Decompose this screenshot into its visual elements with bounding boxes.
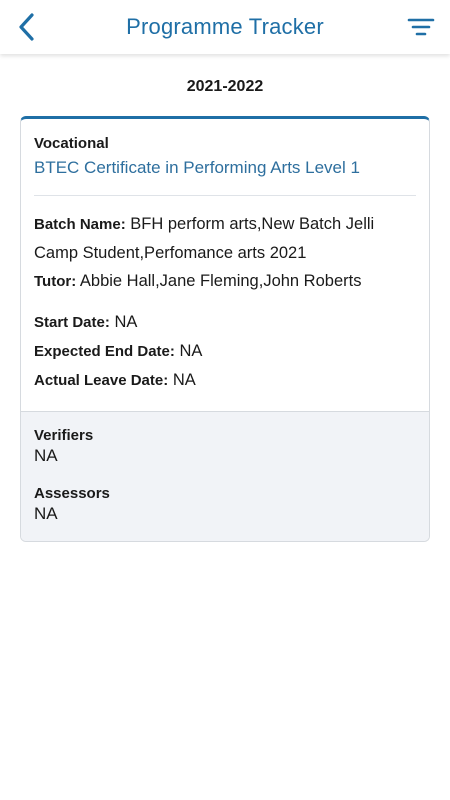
actual-leave-date-row: Actual Leave Date: NA — [34, 366, 416, 395]
start-date-value: NA — [114, 313, 138, 331]
academic-year: 2021-2022 — [186, 78, 264, 95]
expected-end-date-key: Expected End Date: — [34, 343, 175, 360]
dates-info: Start Date: NA Expected End Date: NA Act… — [34, 308, 416, 395]
expected-end-date-row: Expected End Date: NA — [34, 337, 416, 366]
verifiers-value: NA — [34, 446, 58, 465]
page-title: Programme Tracker — [126, 14, 324, 39]
start-date-key: Start Date: — [34, 314, 110, 331]
programme-card[interactable]: Vocational BTEC Certificate in Performin… — [20, 116, 430, 542]
actual-leave-date-value: NA — [172, 371, 196, 389]
verifiers-label: Verifiers — [34, 427, 94, 444]
assessors-label: Assessors — [34, 485, 110, 502]
divider — [34, 195, 416, 196]
assessors-value: NA — [34, 504, 58, 523]
batch-tutor-info: Batch Name: BFH perform arts,New Batch J… — [34, 210, 416, 296]
batch-key: Batch Name: — [34, 216, 126, 233]
expected-end-date-value: NA — [179, 342, 203, 360]
app-header: Programme Tracker — [0, 0, 450, 54]
tutor-key: Tutor: — [34, 273, 77, 290]
tutor-value: Abbie Hall,Jane Fleming,John Roberts — [79, 272, 362, 290]
tutor-row: Tutor: Abbie Hall,Jane Fleming,John Robe… — [34, 267, 416, 296]
actual-leave-date-key: Actual Leave Date: — [34, 372, 169, 389]
programme-type: Vocational — [34, 135, 109, 152]
start-date-row: Start Date: NA — [34, 308, 416, 337]
staff-section: Verifiers NA Assessors NA — [21, 411, 429, 541]
chevron-left-icon — [19, 13, 34, 41]
course-name[interactable]: BTEC Certificate in Performing Arts Leve… — [34, 157, 416, 179]
filter-button[interactable] — [402, 10, 440, 44]
batch-row: Batch Name: BFH perform arts,New Batch J… — [34, 210, 416, 267]
back-button[interactable] — [8, 8, 44, 46]
filter-icon — [407, 18, 435, 36]
